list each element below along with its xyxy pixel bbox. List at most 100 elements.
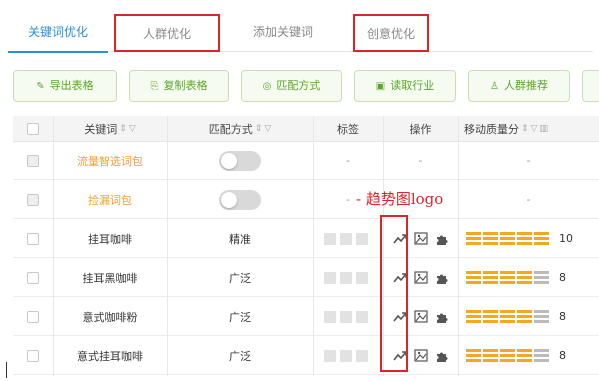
quality-cell: - bbox=[526, 154, 531, 167]
match-cell bbox=[167, 181, 313, 218]
sort-icon[interactable]: ⇕ bbox=[521, 124, 529, 134]
keyword-cell[interactable]: 挂耳黑咖啡 bbox=[53, 259, 167, 296]
tab-add-keywords[interactable]: 添加关键词 bbox=[228, 14, 338, 52]
tag-slot[interactable] bbox=[324, 271, 336, 284]
match-cell[interactable]: 广泛 bbox=[167, 337, 313, 374]
tab-creative-optimization[interactable]: 创意优化 bbox=[353, 14, 429, 52]
tab-bar: 关键词优化 人群优化 添加关键词 创意优化 bbox=[8, 14, 593, 53]
paperclip-icon: ✎ bbox=[36, 81, 45, 92]
trend-icons-highlight-box bbox=[380, 215, 408, 372]
puzzle-icon[interactable] bbox=[434, 231, 450, 247]
text-cursor bbox=[6, 362, 7, 378]
row-checkbox[interactable] bbox=[27, 232, 39, 245]
tag-slot[interactable] bbox=[324, 232, 336, 245]
header-keyword[interactable]: 关键词 ⇕ ▽ bbox=[53, 116, 167, 141]
tag-slot[interactable] bbox=[340, 310, 352, 323]
trend-logo-annotation: - 趋势图logo bbox=[356, 190, 444, 208]
quality-score-bars bbox=[466, 349, 549, 362]
tag-slot[interactable] bbox=[356, 271, 368, 284]
quality-cell: 10 bbox=[458, 220, 599, 257]
image-icon[interactable] bbox=[413, 270, 429, 286]
image-icon[interactable] bbox=[413, 309, 429, 325]
row-checkbox[interactable] bbox=[27, 154, 39, 167]
tag-slot[interactable] bbox=[356, 232, 368, 245]
header-label: 关键词 bbox=[84, 122, 118, 136]
select-all-checkbox[interactable] bbox=[27, 122, 39, 135]
copy-table-button[interactable]: ⎘ 复制表格 bbox=[129, 70, 229, 102]
filter-icon[interactable]: ▽ bbox=[264, 124, 271, 134]
puzzle-icon[interactable] bbox=[434, 270, 450, 286]
filter-icon[interactable]: ▽ bbox=[129, 124, 136, 134]
tab-audience-optimization[interactable]: 人群优化 bbox=[114, 14, 220, 52]
tag-slot[interactable] bbox=[340, 349, 352, 362]
header-quality[interactable]: 移动质量分 ⇕ ▽ ▥ bbox=[458, 116, 599, 141]
read-industry-button[interactable]: ▣ 读取行业 bbox=[354, 70, 456, 102]
chart-icon[interactable]: ▥ bbox=[539, 124, 548, 134]
copy-icon: ⎘ bbox=[150, 81, 159, 92]
keyword-cell[interactable]: 捡漏词包 bbox=[53, 181, 167, 218]
table-row: 意式咖啡粉 广泛 8 bbox=[13, 298, 599, 336]
column-divider bbox=[313, 116, 314, 376]
image-icon[interactable] bbox=[413, 231, 429, 247]
row-select-cell bbox=[13, 298, 53, 335]
tag-slot[interactable] bbox=[340, 271, 352, 284]
filter-icon[interactable]: ▽ bbox=[531, 124, 538, 134]
header-label: 移动质量分 bbox=[464, 122, 519, 136]
row-checkbox[interactable] bbox=[27, 193, 39, 206]
puzzle-icon[interactable] bbox=[434, 348, 450, 364]
sort-icon[interactable]: ⇕ bbox=[255, 124, 263, 134]
puzzle-icon[interactable] bbox=[434, 309, 450, 325]
image-icon[interactable] bbox=[413, 348, 429, 364]
user-icon: ♙ bbox=[490, 81, 499, 92]
keyword-cell[interactable]: 意式挂耳咖啡 bbox=[53, 337, 167, 374]
tab-keyword-optimization[interactable]: 关键词优化 bbox=[8, 14, 108, 53]
button-label: 导出表格 bbox=[49, 79, 94, 92]
quality-cell: 8 bbox=[458, 298, 599, 335]
match-cell bbox=[167, 142, 313, 179]
quality-score-bars bbox=[466, 310, 549, 323]
tab-label: 人群优化 bbox=[142, 27, 191, 41]
export-table-button[interactable]: ✎ 导出表格 bbox=[13, 70, 117, 102]
keyword-cell[interactable]: 流量智选词包 bbox=[53, 142, 167, 179]
match-toggle[interactable] bbox=[219, 150, 261, 171]
header-label: 标签 bbox=[337, 122, 359, 136]
row-select-cell bbox=[13, 337, 53, 374]
table-row: 捡漏词包 - - bbox=[13, 181, 599, 219]
tag-slot[interactable] bbox=[356, 310, 368, 323]
row-checkbox[interactable] bbox=[27, 271, 39, 284]
tag-slot[interactable] bbox=[324, 349, 336, 362]
tag-slot[interactable] bbox=[356, 349, 368, 362]
audience-recommend-button[interactable]: ♙ 人群推荐 bbox=[468, 70, 570, 102]
toggle-knob bbox=[221, 152, 237, 169]
column-divider bbox=[53, 116, 54, 376]
tab-label: 关键词优化 bbox=[27, 25, 88, 39]
row-checkbox[interactable] bbox=[27, 349, 39, 362]
industry-icon: ▣ bbox=[375, 81, 386, 92]
sort-icon[interactable]: ⇕ bbox=[119, 124, 127, 134]
match-cell[interactable]: 广泛 bbox=[167, 259, 313, 296]
button-label: 人群推荐 bbox=[503, 79, 548, 92]
tag-slot[interactable] bbox=[340, 232, 352, 245]
quality-score: 8 bbox=[559, 349, 566, 362]
quality-score: 8 bbox=[559, 271, 566, 284]
quality-score-bars bbox=[466, 232, 549, 245]
match-cell[interactable]: 精准 bbox=[167, 220, 313, 257]
quality-score: 8 bbox=[559, 310, 566, 323]
match-toggle[interactable] bbox=[219, 189, 261, 210]
tag-slot[interactable] bbox=[324, 310, 336, 323]
header-select-cell bbox=[13, 116, 53, 141]
table-row: 流量智选词包 - - - bbox=[13, 142, 599, 180]
tab-label: 添加关键词 bbox=[252, 25, 313, 39]
header-label: 操作 bbox=[409, 122, 432, 136]
tab-label: 创意优化 bbox=[366, 27, 415, 41]
match-cell[interactable]: 广泛 bbox=[167, 298, 313, 335]
header-tags: 标签 bbox=[313, 116, 383, 141]
row-select-cell bbox=[13, 181, 53, 218]
keyword-cell[interactable]: 挂耳咖啡 bbox=[53, 220, 167, 257]
header-ops: 操作 bbox=[383, 116, 458, 141]
more-toolbar-button[interactable] bbox=[582, 70, 599, 102]
keyword-cell[interactable]: 意式咖啡粉 bbox=[53, 298, 167, 335]
header-match[interactable]: 匹配方式 ⇕ ▽ bbox=[167, 116, 313, 141]
row-checkbox[interactable] bbox=[27, 310, 39, 323]
match-type-button[interactable]: ◎ 匹配方式 bbox=[241, 70, 342, 102]
